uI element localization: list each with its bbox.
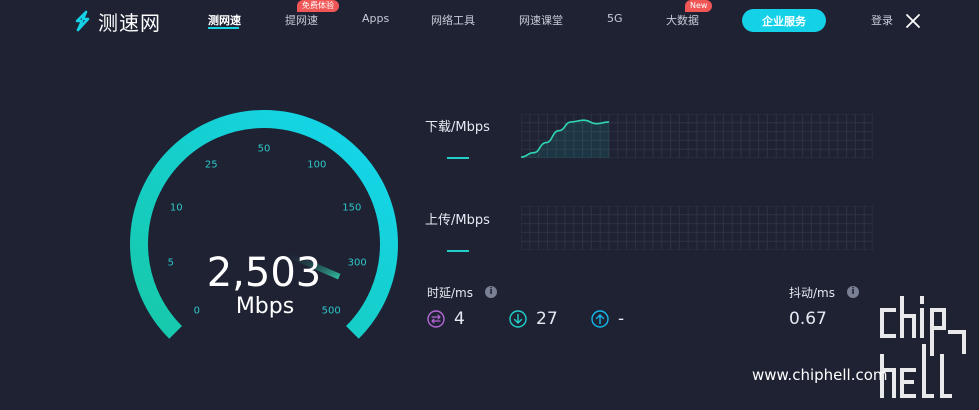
upload-chart	[521, 206, 873, 250]
login-link[interactable]: 登录	[871, 12, 893, 28]
latency-info-icon[interactable]: i	[485, 286, 497, 298]
chiphell-logo-icon	[880, 296, 966, 398]
gauge-scale-label: 5	[167, 257, 174, 269]
gauge-scale-label: 100	[307, 159, 327, 171]
nav-item-5g[interactable]: 5G	[607, 12, 623, 25]
jitter-value: 0.67	[789, 309, 827, 329]
speed-unit: Mbps	[235, 294, 295, 319]
nav-item-speed-class[interactable]: 网速课堂	[519, 12, 563, 28]
gauge-scale-label: 150	[342, 202, 362, 214]
ping-idle-icon	[427, 310, 445, 328]
ping-download-icon	[509, 310, 527, 328]
gauge-scale-label: 10	[169, 202, 183, 214]
nav-item-speedtest[interactable]: 测网速	[208, 12, 241, 28]
gauge-scale-label: 50	[257, 143, 271, 155]
download-value-placeholder	[447, 157, 469, 159]
logo-text: 测速网	[98, 10, 161, 35]
watermark-url: www.chiphell.com	[752, 366, 888, 384]
jitter-info-icon[interactable]: i	[847, 286, 859, 298]
download-label: 下载/Mbps	[425, 120, 490, 135]
enterprise-service-button[interactable]: 企业服务	[742, 9, 826, 32]
latency-label: 时延/ms	[427, 286, 473, 300]
gauge-scale-label: 25	[204, 159, 218, 171]
nav-item-apps[interactable]: Apps	[362, 12, 389, 25]
free-trial-badge: 免费体验	[297, 0, 339, 12]
ping-download-value: 27	[536, 309, 558, 329]
download-chart	[521, 114, 873, 158]
ping-upload-icon	[591, 310, 609, 328]
nav-item-big-data[interactable]: 大数据	[666, 12, 699, 28]
ping-upload-value: -	[618, 309, 625, 329]
nav-active-underline	[208, 27, 239, 29]
upload-value-placeholder	[447, 250, 469, 252]
logo[interactable]: 测速网	[72, 8, 161, 35]
nav-item-network-tools[interactable]: 网络工具	[431, 12, 475, 28]
top-nav: 测速网 测网速 提网速 免费体验 Apps 网络工具 网速课堂 5G 大数据 N…	[0, 0, 979, 42]
nav-item-boost[interactable]: 提网速	[285, 12, 318, 28]
logo-icon	[75, 10, 90, 32]
close-icon[interactable]	[905, 13, 921, 29]
upload-label: 上传/Mbps	[425, 213, 490, 228]
speed-value: 2,503	[206, 250, 322, 296]
gauge-scale-label: 0	[193, 305, 200, 317]
new-badge: New	[685, 0, 713, 12]
jitter-label: 抖动/ms	[789, 286, 835, 300]
ping-idle-value: 4	[454, 309, 465, 329]
gauge-scale-label: 300	[347, 257, 367, 269]
